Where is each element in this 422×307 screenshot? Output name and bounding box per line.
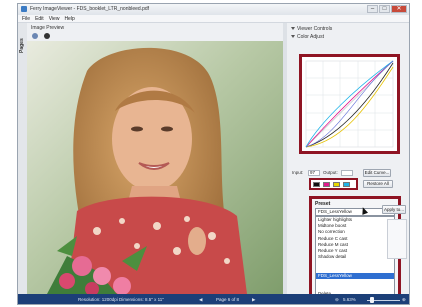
- minimize-button[interactable]: –: [367, 5, 378, 13]
- preset-side-list: [387, 219, 407, 259]
- tone-curve-graph: [305, 60, 394, 148]
- zoom-slider-knob[interactable]: [370, 297, 374, 303]
- app-window: Ferry ImageViewer - FDS_booklet_LTR_nonb…: [17, 3, 410, 305]
- preset-title: Preset: [315, 201, 331, 207]
- close-button[interactable]: ✕: [391, 5, 407, 13]
- menu-bar: File Edit View Help: [18, 15, 409, 23]
- collapse-arrow-icon: [291, 27, 295, 31]
- restore-all-button[interactable]: Restore All: [363, 180, 393, 188]
- menu-view[interactable]: View: [49, 15, 60, 22]
- black-channel-swatch[interactable]: [313, 182, 320, 187]
- menu-edit[interactable]: Edit: [35, 15, 44, 22]
- color-adjust-header[interactable]: Color Adjust: [291, 34, 324, 40]
- window-controls: – □ ✕: [367, 5, 407, 13]
- image-preview[interactable]: [27, 41, 283, 294]
- status-bar: Resolution: 1200dpi Dimensions: 8.5" x 1…: [18, 294, 409, 304]
- channel-selector: [309, 178, 358, 190]
- input-label: Input:: [292, 170, 304, 175]
- cyan-channel-swatch[interactable]: [343, 182, 350, 187]
- viewer-controls-header[interactable]: Viewer Controls: [291, 26, 332, 32]
- output-field[interactable]: [341, 170, 353, 176]
- magenta-channel-swatch[interactable]: [323, 182, 330, 187]
- zoom-tool-icon[interactable]: [44, 33, 50, 39]
- preset-selected-value: FDS_LessYellow: [318, 209, 352, 214]
- input-field[interactable]: 97: [308, 170, 320, 176]
- pages-label: Pages: [19, 38, 25, 53]
- menu-file[interactable]: File: [22, 15, 30, 22]
- apply-to-button[interactable]: Apply to...: [382, 205, 406, 214]
- window-title: Ferry ImageViewer - FDS_booklet_LTR_nonb…: [30, 6, 150, 12]
- zoom-in-icon[interactable]: ⊕: [402, 297, 406, 303]
- hand-tool-icon[interactable]: [32, 33, 38, 39]
- app-icon: [21, 6, 27, 12]
- portrait-photo: [27, 41, 283, 294]
- collapse-arrow-icon: [291, 35, 295, 39]
- image-preview-title: Image Preview: [31, 25, 65, 31]
- page-indicator: Page 6 of 8: [216, 297, 240, 302]
- edit-curve-button[interactable]: Edit Curve...: [363, 169, 391, 177]
- menu-help[interactable]: Help: [64, 15, 74, 22]
- maximize-button[interactable]: □: [379, 5, 390, 13]
- output-label: Output:: [323, 170, 338, 175]
- prev-page-icon[interactable]: ◀: [199, 297, 202, 303]
- zoom-level: 5.63%: [343, 297, 356, 302]
- resolution-text: Resolution: 1200dpi Dimensions: 8.5" x 1…: [78, 297, 164, 302]
- preview-toolbar: [27, 32, 283, 41]
- yellow-channel-swatch[interactable]: [333, 182, 340, 187]
- preset-options-list: Lighter highlights Midtone boost No corr…: [315, 216, 395, 304]
- right-panel: Viewer Controls Color Adjust Input: 97 O…: [287, 23, 409, 304]
- tone-curve-editor[interactable]: [299, 54, 400, 154]
- next-page-icon[interactable]: ▶: [252, 297, 255, 303]
- zoom-out-icon[interactable]: ⊖: [335, 297, 339, 303]
- input-output-row: Input: 97 Output: Edit Curve...: [292, 169, 407, 177]
